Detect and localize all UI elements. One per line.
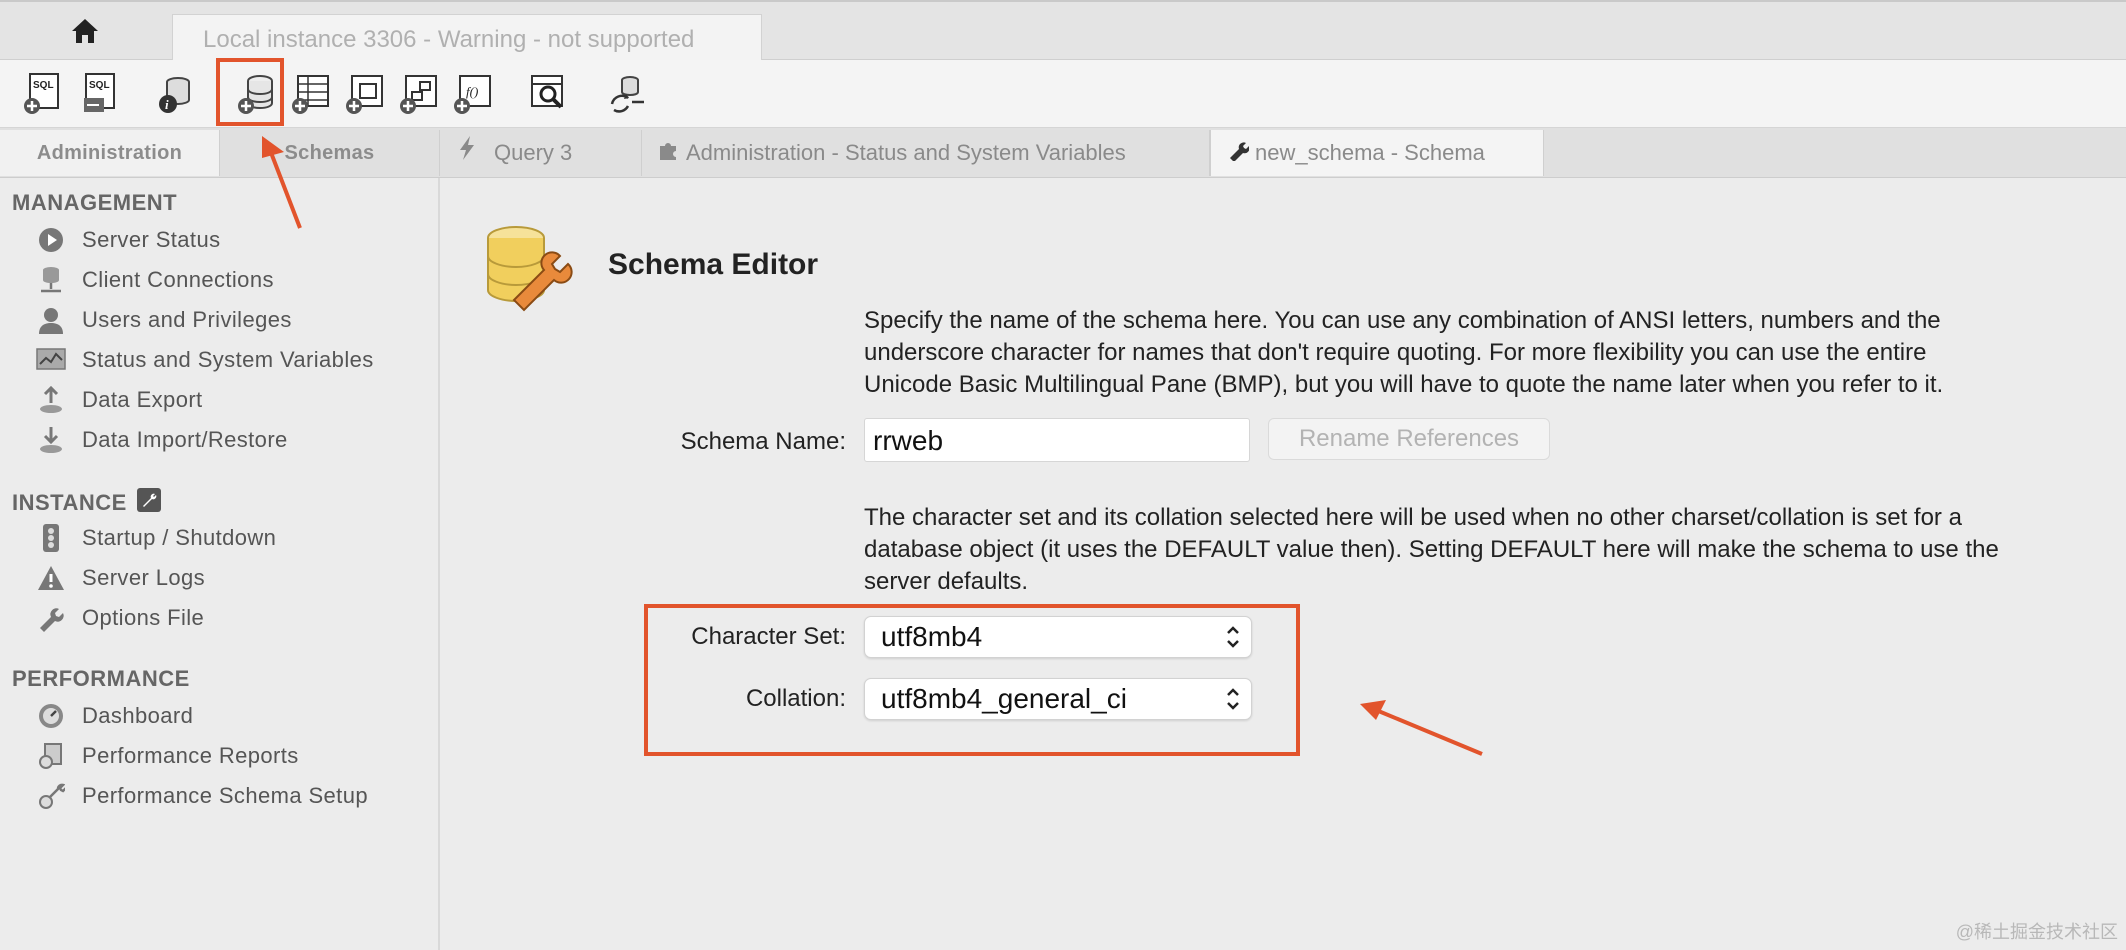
watermark: @稀土掘金技术社区 <box>1955 922 2118 942</box>
annotation-arrow-schemas <box>262 136 302 229</box>
annotation-arrow-charset <box>1360 700 1483 756</box>
annotation-arrows <box>262 136 1483 756</box>
